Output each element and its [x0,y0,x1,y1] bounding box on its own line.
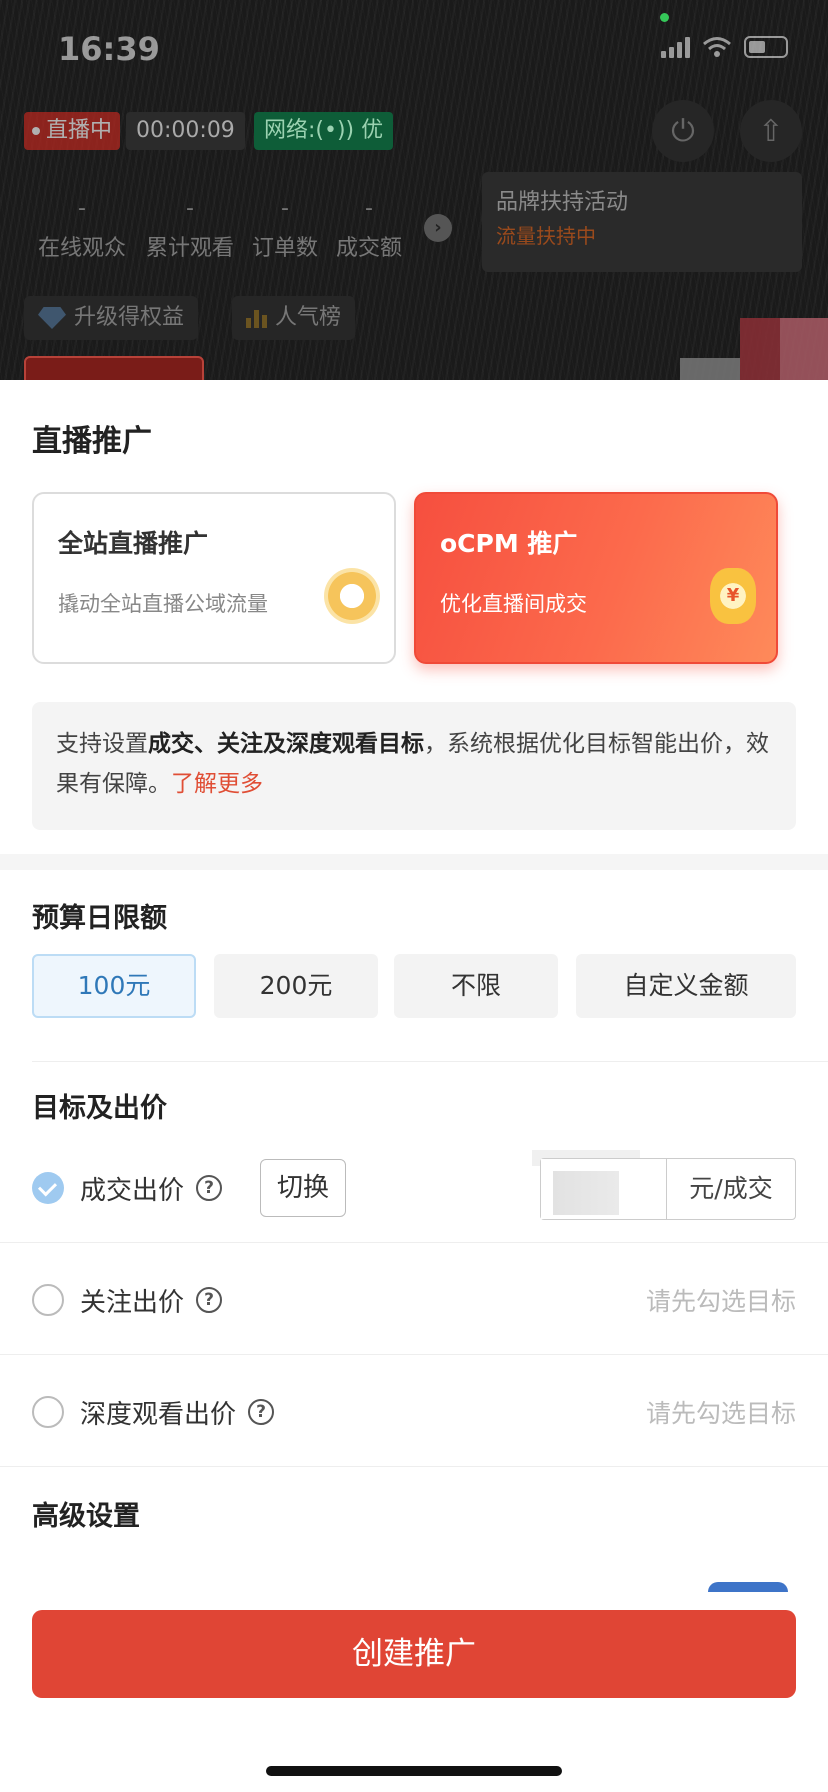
goals-title: 目标及出价 [32,1093,167,1124]
advanced-settings-title: 高级设置 [32,1501,140,1532]
diamond-icon [38,307,66,329]
create-promotion-button[interactable]: 创建推广 [32,1610,796,1698]
sheet-title: 直播推广 [32,424,152,459]
battery-icon [744,36,788,58]
stat-online: - 在线观众 [37,196,126,261]
target-icon [324,568,380,624]
promotion-sheet: 直播推广 全站直播推广 撬动全站直播公域流量 oCPM 推广 优化直播间成交 ¥… [0,380,828,1792]
price-unit: 元/成交 [689,1174,773,1203]
live-stats: - 在线观众 - 累计观看 - 订单数 - 成交额 [30,196,408,262]
follow-bid-hint: 请先勾选目标 [645,1287,796,1316]
chevron-right-icon[interactable]: › [424,214,452,242]
budget-title: 预算日限额 [32,903,167,934]
live-badge: 直播中 [24,112,121,150]
budget-option-200[interactable]: 200元 [214,954,378,1018]
bar-chart-icon [246,308,267,328]
learn-more-link[interactable]: 了解更多 [171,771,263,797]
signal-icon [661,36,690,58]
deep-watch-bid-row: 深度观看出价 ? 请先勾选目标 [32,1382,796,1442]
deal-bid-checkbox[interactable] [32,1172,64,1204]
ocpm-promo-card[interactable]: oCPM 推广 优化直播间成交 ¥ [414,492,778,664]
switch-button[interactable]: 切换 [260,1159,347,1217]
divider [32,1061,828,1062]
live-timer: 00:00:09 [126,112,245,150]
follow-bid-checkbox[interactable] [32,1284,64,1316]
deep-watch-bid-checkbox[interactable] [32,1396,64,1428]
stat-gmv: - 成交额 [335,196,402,261]
follow-bid-row: 关注出价 ? 请先勾选目标 [32,1270,796,1330]
deep-watch-bid-hint: 请先勾选目标 [645,1399,796,1428]
home-indicator[interactable] [266,1766,562,1776]
coin-icon: ¥ [710,568,756,624]
help-icon[interactable]: ? [248,1399,275,1425]
budget-option-100[interactable]: 100元 [32,954,196,1018]
status-icons [661,36,788,58]
popularity-rank-button[interactable]: 人气榜 [232,296,356,340]
site-wide-promo-card[interactable]: 全站直播推广 撬动全站直播公域流量 [32,492,396,664]
divider [0,1354,828,1355]
budget-option-unlimited[interactable]: 不限 [394,954,558,1018]
share-icon[interactable]: ⇧ [740,100,802,162]
advanced-toggle[interactable] [708,1582,788,1592]
brand-support-card[interactable]: 品牌扶持活动 流量扶持中 [482,172,802,272]
network-quality: 网络:(•)) 优 [254,112,394,150]
divider [0,1466,828,1467]
budget-option-custom[interactable]: 自定义金额 [576,954,796,1018]
help-icon[interactable]: ? [196,1175,223,1201]
stat-total-views: - 累计观看 [145,196,234,261]
live-room-background: 16:39 直播中 00:00:09 网络:(•)) 优 ⏻ ⇧ - 在线观众 -… [0,0,828,428]
stat-orders: - 订单数 [251,196,318,261]
privacy-indicator [660,13,669,22]
help-icon[interactable]: ? [196,1287,223,1313]
section-divider [0,854,828,870]
deal-bid-input[interactable] [541,1159,667,1219]
deal-bid-input-group: 元/成交 [540,1158,796,1220]
redacted-value [553,1171,619,1215]
power-icon[interactable]: ⏻ [652,100,714,162]
ocpm-info-box: 支持设置成交、关注及深度观看目标，系统根据优化目标智能出价，效果有保障。了解更多 [32,702,796,830]
divider [0,1242,828,1243]
status-time: 16:39 [58,30,160,68]
wifi-icon [703,37,731,57]
upgrade-benefits-button[interactable]: 升级得权益 [24,296,199,340]
